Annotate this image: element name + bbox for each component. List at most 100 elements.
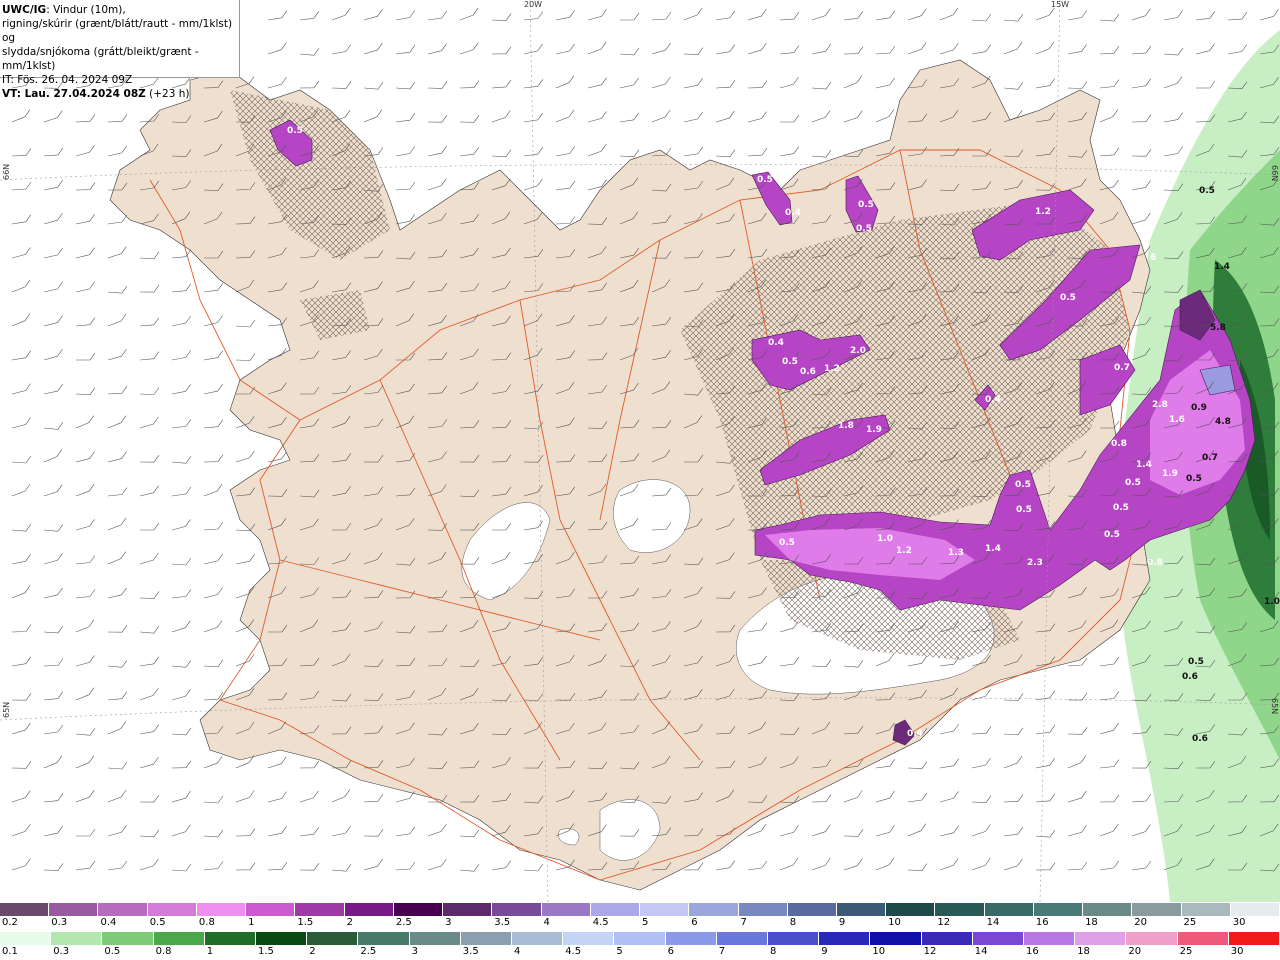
rain-legend-swatch (563, 932, 615, 945)
rain-legend-swatch (102, 932, 154, 945)
rain-legend-tick-label: 0.8 (155, 946, 172, 957)
precip-value-label: 0.7 (1202, 453, 1218, 463)
snow-legend-tick-label: 7 (740, 917, 747, 928)
forecast-offset: (+23 h) (149, 88, 190, 100)
rain-legend-swatch (307, 932, 359, 945)
rain-legend-swatch (665, 932, 717, 945)
snow-legend-tick-label: 10 (888, 917, 901, 928)
snow-legend-swatch (49, 903, 99, 916)
snow-color-legend: 0.2 0.3 0.4 0.5 0.8 1 1.5 2 2.5 3 3.5 4 4.5 5 6 7 8 9 10 12… (0, 903, 1280, 931)
snow-legend-swatch (443, 903, 493, 916)
precip-value-label: 0.5 (1104, 530, 1120, 540)
rain-legend-swatch (972, 932, 1025, 945)
precip-value-label: 0.8 (1111, 439, 1127, 449)
precip-value-label: 0.5 (757, 175, 773, 185)
snow-legend-swatch (836, 903, 887, 916)
snow-legend-tick-label: 30 (1232, 917, 1246, 928)
rain-legend-swatch (1126, 932, 1178, 945)
rain-legend-tick-label: 30 (1230, 946, 1244, 957)
precip-value-label: 0.6 (1182, 672, 1198, 682)
lat-label-66n-right: 66N (1270, 165, 1279, 182)
snow-legend-swatch (886, 903, 936, 916)
issue-time: IT: Fös. 26. 04. 2024 09Z (2, 74, 133, 86)
snow-legend-tick-label: 4 (543, 917, 550, 928)
rain-legend-tick-label: 3 (411, 946, 418, 957)
snow-legend-tick-label: 5 (642, 917, 649, 928)
snow-legend-tick-label: 3 (445, 917, 452, 928)
precip-value-label: 0.4 (785, 208, 801, 218)
snow-legend-swatch (344, 903, 394, 916)
rain-legend-tick-label: 3.5 (462, 946, 479, 957)
snow-legend-tick-label: 4.5 (592, 917, 609, 928)
rain-legend-tick-label: 25 (1179, 946, 1193, 957)
snow-legend-tick-label: 3.5 (494, 917, 511, 928)
precip-value-label: 5.8 (1210, 323, 1226, 333)
snow-legend-swatch (738, 903, 788, 916)
lat-label-65n-left: 65N (2, 701, 11, 718)
snow-legend-tick-label: 0.4 (100, 917, 117, 928)
snow-legend-tick-label: 0.3 (51, 917, 68, 928)
snow-legend-swatch (1230, 903, 1280, 916)
rain-legend-tick-label: 0.1 (2, 946, 18, 957)
rain-color-legend: 0.1 0.3 0.5 0.8 1 1.5 2 2.5 3 3.5 4 4.5 5 6 7 8 9 10 12 14 1… (0, 932, 1280, 960)
precip-value-label: 1.2 (824, 364, 840, 374)
precip-value-label: 0.5 (1188, 657, 1204, 667)
snow-legend-tick-label: 14 (986, 917, 1000, 928)
valid-time: VT: Lau. 27.04.2024 08Z (2, 88, 146, 100)
precip-value-label: 4.8 (1215, 417, 1231, 427)
snow-legend-swatch (1033, 903, 1084, 916)
rain-legend-swatch (0, 932, 52, 945)
snow-legend-swatch (0, 903, 50, 916)
rain-legend-swatch (1228, 932, 1280, 945)
rain-legend-swatch (819, 932, 871, 945)
rain-legend-tick-label: 5 (616, 946, 623, 957)
precip-value-label: 0.6 (800, 367, 816, 377)
snow-legend-tick-label: 25 (1183, 917, 1197, 928)
snow-legend-swatch (393, 903, 444, 916)
precip-value-label: 2.3 (1027, 558, 1043, 568)
lat-label-66n-left: 66N (2, 163, 11, 180)
snow-legend-tick-label: 18 (1085, 917, 1098, 928)
snow-legend-swatch (147, 903, 197, 916)
rain-legend-tick-label: 0.5 (104, 946, 121, 957)
rain-legend-swatch (512, 932, 564, 945)
precip-value-label: 0.5 (1125, 478, 1141, 488)
precip-value-label: 2.0 (850, 346, 866, 356)
precip-value-label: 1.2 (896, 546, 912, 556)
precip-value-label: 0.9 (1191, 403, 1207, 413)
lat-label-65n-right: 65N (1270, 698, 1279, 715)
snow-legend-swatch (984, 903, 1034, 916)
rain-legend-tick-label: 0.3 (53, 946, 70, 957)
snow-legend-swatch (295, 903, 345, 916)
rain-legend-swatch (409, 932, 461, 945)
snow-legend-tick-label: 20 (1134, 917, 1148, 928)
rain-legend-tick-label: 6 (667, 946, 674, 957)
rain-legend-tick-label: 18 (1077, 946, 1090, 957)
snow-legend-tick-label: 16 (1035, 917, 1049, 928)
rain-legend-swatch (921, 932, 973, 945)
precip-value-label: 0.5 (1199, 186, 1215, 196)
precip-value-label: 0.4 (985, 395, 1001, 405)
precip-value-label: 0.5 (779, 538, 795, 548)
rain-legend-tick-label: 7 (718, 946, 726, 957)
snow-legend-tick-label: 2 (346, 917, 353, 928)
precip-value-label: 1.0 (877, 534, 893, 544)
precip-value-label: 1.4 (985, 544, 1001, 554)
snow-legend-swatch (1083, 903, 1133, 916)
precip-value-label: 0.4 (907, 729, 923, 739)
model-name: UWC/IG (2, 4, 47, 16)
rain-legend-tick-label: 10 (872, 946, 886, 957)
precip-value-label: 1.4 (1136, 460, 1152, 470)
snow-legend-tick-label: 0.8 (198, 917, 215, 928)
snow-legend-swatch (541, 903, 591, 916)
snow-legend-bar (0, 903, 1280, 916)
snow-legend-tick-label: 0.5 (149, 917, 166, 928)
precip-value-label: 1.8 (838, 421, 854, 431)
rain-legend-swatch (1177, 932, 1229, 945)
rain-legend-swatch (870, 932, 922, 945)
precip-value-label: 0.5 (1186, 474, 1202, 484)
precip-value-label: 0.5 (856, 224, 872, 234)
precip-value-label: 0.5 (287, 126, 303, 136)
precip-value-label: 0.4 (768, 338, 784, 348)
snow-legend-swatch (590, 903, 641, 916)
